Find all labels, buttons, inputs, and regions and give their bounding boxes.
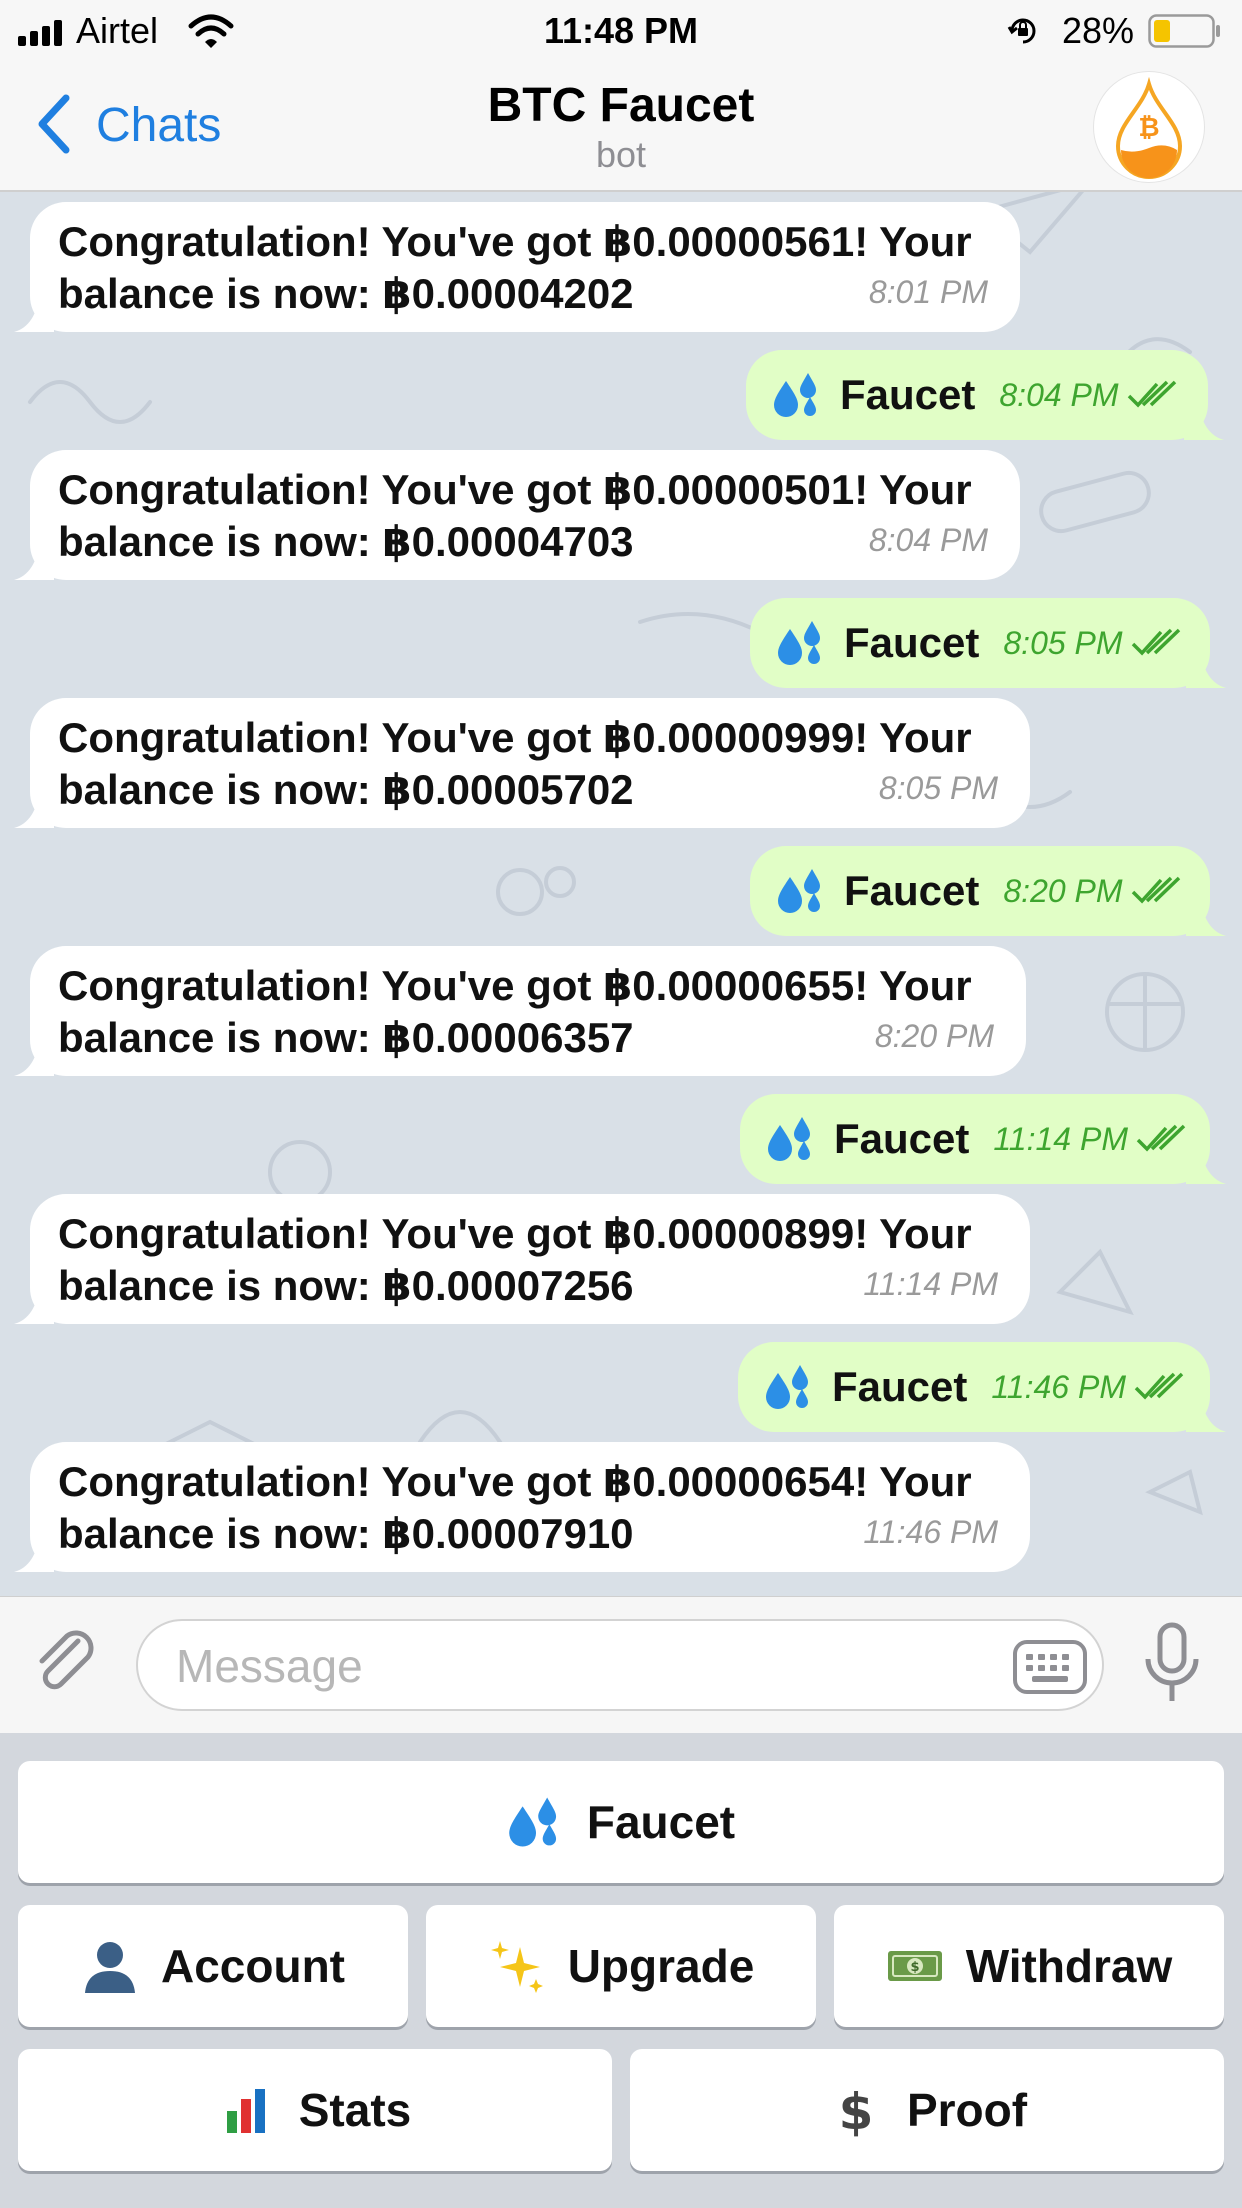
message-time: 8:20 PM [874, 1018, 994, 1054]
message-text: Congratulation! You've got ฿0.00000655! … [58, 962, 972, 1061]
message-time: 8:01 PM [868, 274, 988, 310]
bubble-tail [14, 1036, 54, 1076]
message-text: Congratulation! You've got ฿0.00000501! … [58, 466, 972, 565]
incoming-message[interactable]: Congratulation! You've got ฿0.00000655! … [14, 946, 1026, 1076]
incoming-message[interactable]: Congratulation! You've got ฿0.00000899! … [14, 1194, 1030, 1324]
upgrade-button[interactable]: Upgrade [426, 1905, 816, 2027]
message-text: Faucet [834, 1115, 970, 1162]
account-button-label: Account [161, 1940, 345, 1992]
message-input-bar [0, 1596, 1242, 1734]
svg-text:$: $ [910, 1960, 919, 1975]
dollar-sign-icon: $ [839, 2083, 874, 2139]
bubble-tail [1186, 648, 1226, 688]
bust-silhouette-icon [85, 1942, 135, 1993]
water-drops-icon [766, 1365, 808, 1409]
faucet-button[interactable]: Faucet [18, 1761, 1224, 1883]
status-bar: Airtel 11:48 PM 28% [0, 0, 1242, 62]
microphone-icon[interactable] [1142, 1621, 1202, 1707]
status-time: 11:48 PM [543, 10, 699, 51]
svg-text:$: $ [839, 2083, 874, 2139]
sparkles-icon [490, 1941, 543, 1993]
bot-keyboard-icon[interactable] [1012, 1639, 1088, 1695]
svg-text:₿: ₿ [1138, 113, 1159, 143]
message-time: 8:05 PM [1003, 625, 1123, 661]
battery-percentage: 28% [1062, 10, 1135, 51]
message-time: 11:14 PM [993, 1121, 1128, 1157]
bubble-tail [1186, 1144, 1226, 1184]
message-text: Faucet [840, 371, 976, 418]
message-time: 11:14 PM [863, 1266, 998, 1302]
double-check-icon [1127, 380, 1176, 408]
outgoing-message[interactable]: Faucet 11:46 PM [738, 1342, 1226, 1432]
outgoing-message[interactable]: Faucet 8:05 PM [750, 598, 1226, 688]
bubble-tail [14, 1284, 54, 1324]
message-text: Congratulation! You've got ฿0.00000561! … [58, 218, 972, 317]
message-time: 8:04 PM [999, 377, 1119, 413]
outgoing-message[interactable]: Faucet 11:14 PM [740, 1094, 1226, 1184]
message-text: Congratulation! You've got ฿0.00000999! … [58, 714, 972, 813]
bubble-tail [14, 788, 54, 828]
message-text: Faucet [832, 1363, 968, 1410]
bubble-tail [1184, 400, 1224, 440]
water-drops-icon [768, 1117, 810, 1161]
message-text: Faucet [844, 867, 980, 914]
water-drops-icon [778, 621, 820, 665]
nav-bar: Chats BTC Faucet bot ₿ [0, 62, 1242, 192]
chat-history[interactable]: Congratulation! You've got ฿0.00000561! … [0, 192, 1242, 1596]
account-button[interactable]: Account [18, 1905, 408, 2027]
double-check-icon [1131, 628, 1180, 656]
message-field[interactable] [136, 1619, 1104, 1711]
chat-title: BTC Faucet [487, 79, 755, 132]
message-time: 11:46 PM [991, 1369, 1126, 1405]
message-text: Congratulation! You've got ฿0.00000899! … [58, 1210, 972, 1309]
bubble-tail [1186, 1392, 1226, 1432]
outgoing-message[interactable]: Faucet 8:20 PM [750, 846, 1226, 936]
message-time: 11:46 PM [863, 1514, 998, 1550]
incoming-message[interactable]: Congratulation! You've got ฿0.00000561! … [14, 202, 1020, 332]
water-drops-icon [774, 373, 816, 417]
withdraw-button-label: Withdraw [965, 1940, 1173, 1992]
outgoing-message[interactable]: Faucet 8:04 PM [746, 350, 1224, 440]
message-time: 8:04 PM [868, 522, 988, 558]
incoming-message[interactable]: Congratulation! You've got ฿0.00000999! … [14, 698, 1030, 828]
bitcoin-drop-icon: ₿ [1115, 76, 1183, 179]
faucet-button-label: Faucet [586, 1796, 736, 1848]
message-text: Faucet [844, 619, 980, 666]
incoming-message[interactable]: Congratulation! You've got ฿0.00000654! … [14, 1442, 1030, 1572]
bar-chart-icon [222, 2085, 273, 2135]
chat-subtitle: bot [595, 134, 647, 175]
withdraw-button[interactable]: $ Withdraw [834, 1905, 1224, 2027]
message-text: Congratulation! You've got ฿0.00000654! … [58, 1458, 972, 1557]
bubble-tail [14, 540, 54, 580]
message-time: 8:05 PM [878, 770, 998, 806]
double-check-icon [1136, 1124, 1186, 1152]
water-drops-icon [509, 1797, 556, 1847]
bubble-tail [14, 292, 54, 332]
bot-reply-keyboard: Faucet Account Upgrade $ Withdraw Stats … [0, 1733, 1242, 2208]
rotation-lock-icon [1007, 18, 1036, 44]
proof-button[interactable]: $ Proof [630, 2049, 1224, 2171]
battery-icon [1148, 14, 1220, 48]
incoming-message[interactable]: Congratulation! You've got ฿0.00000501! … [14, 450, 1020, 580]
proof-button-label: Proof [906, 2084, 1028, 2136]
bot-avatar[interactable]: ₿ [1094, 72, 1204, 182]
bubble-tail [1186, 896, 1226, 936]
double-check-icon [1131, 876, 1180, 904]
paperclip-icon[interactable] [30, 1627, 102, 1699]
upgrade-button-label: Upgrade [567, 1940, 755, 1992]
message-time: 8:20 PM [1003, 873, 1123, 909]
stats-button[interactable]: Stats [18, 2049, 612, 2171]
message-input[interactable] [174, 1635, 978, 1697]
double-check-icon [1134, 1372, 1184, 1400]
water-drops-icon [778, 869, 820, 913]
stats-button-label: Stats [298, 2084, 412, 2136]
bubble-tail [14, 1532, 54, 1572]
dollar-banknote-icon: $ [887, 1951, 942, 1981]
